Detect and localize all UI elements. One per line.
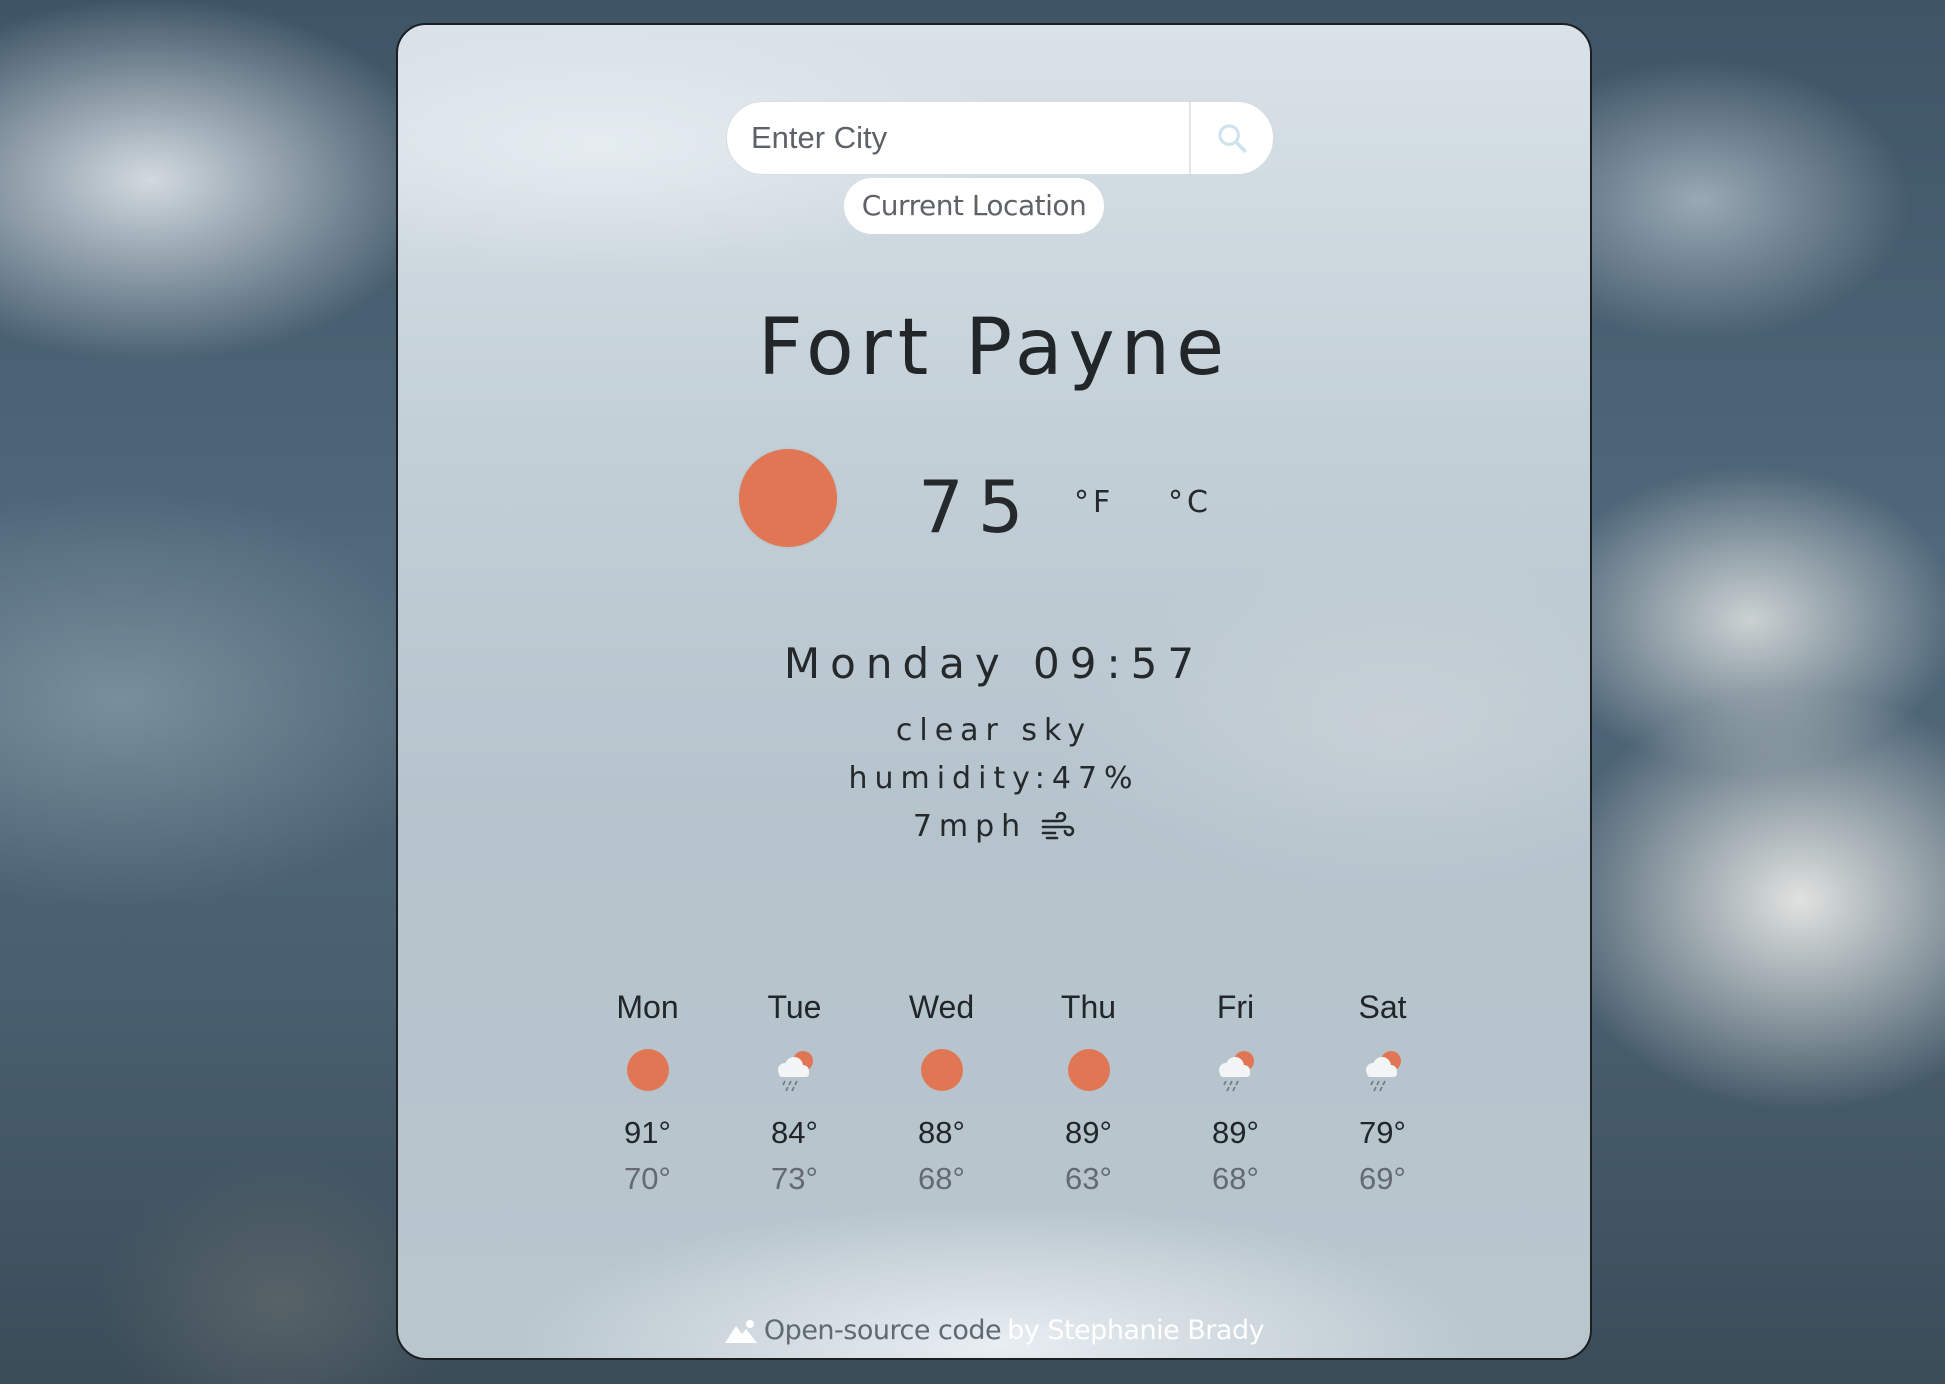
forecast-day: Fri 89° 68° (1162, 985, 1309, 1201)
search-icon (1218, 124, 1247, 153)
current-temperature: 75 (918, 465, 1038, 549)
sun-icon (1067, 1049, 1110, 1091)
forecast-high: 79° (1359, 1115, 1406, 1150)
sun-rain-cloud-icon (1365, 1051, 1401, 1092)
forecast-low: 63° (1065, 1161, 1112, 1196)
footer: Open-source code by Stephanie Brady (398, 1315, 1590, 1346)
forecast-day: Wed 88° 68° (868, 985, 1015, 1201)
wind-speed-value: 7mph (912, 809, 1028, 844)
sun-icon (739, 449, 837, 547)
forecast-low: 70° (624, 1161, 671, 1196)
humidity: humidity:47% (848, 761, 1140, 796)
sun-rain-cloud-icon (1218, 1051, 1254, 1092)
forecast-day-name: Tue (767, 989, 822, 1025)
forecast-high: 84° (771, 1115, 818, 1150)
forecast-list: Mon 91° 70° Tue 84° 73° Wed 88° 68° Thu … (574, 985, 1456, 1201)
sun-rain-cloud-icon (777, 1051, 813, 1092)
sun-icon (920, 1049, 963, 1091)
forecast-low: 73° (771, 1161, 818, 1196)
forecast-day: Mon 91° 70° (574, 985, 721, 1201)
forecast-low: 69° (1359, 1161, 1406, 1196)
search-input[interactable] (727, 102, 1189, 174)
sun-icon (626, 1049, 669, 1091)
weather-card: Current Location Fort Payne 75 °F °C Mon… (396, 23, 1592, 1360)
forecast-day: Tue 84° 73° (721, 985, 868, 1201)
wind-icon (1041, 811, 1075, 839)
forecast-high: 88° (918, 1115, 965, 1150)
wind-speed: 7mph (398, 809, 1590, 844)
city-name: Fort Payne (757, 303, 1231, 393)
forecast-high: 91° (624, 1115, 671, 1150)
forecast-high: 89° (1212, 1115, 1259, 1150)
celsius-link[interactable]: °C (1168, 485, 1212, 520)
date-time: Monday 09:57 (783, 639, 1205, 688)
current-location-button[interactable]: Current Location (844, 178, 1104, 234)
forecast-day-name: Thu (1060, 989, 1117, 1025)
search-bar (726, 101, 1274, 175)
forecast-day-name: Mon (616, 989, 679, 1025)
mountain-icon (724, 1319, 757, 1343)
weather-description: clear sky (895, 713, 1093, 748)
search-button[interactable] (1189, 102, 1273, 174)
author-credit: by Stephanie Brady (1007, 1315, 1265, 1346)
forecast-day-name: Fri (1216, 989, 1255, 1025)
forecast-low: 68° (918, 1161, 965, 1196)
forecast-day-name: Wed (908, 989, 975, 1025)
forecast-day: Sat 79° 69° (1309, 985, 1456, 1201)
open-source-link[interactable]: Open-source code (764, 1315, 1002, 1346)
forecast-low: 68° (1212, 1161, 1259, 1196)
forecast-high: 89° (1065, 1115, 1112, 1150)
fahrenheit-link[interactable]: °F (1074, 485, 1114, 520)
forecast-day-name: Sat (1358, 989, 1407, 1025)
forecast-day: Thu 89° 63° (1015, 985, 1162, 1201)
